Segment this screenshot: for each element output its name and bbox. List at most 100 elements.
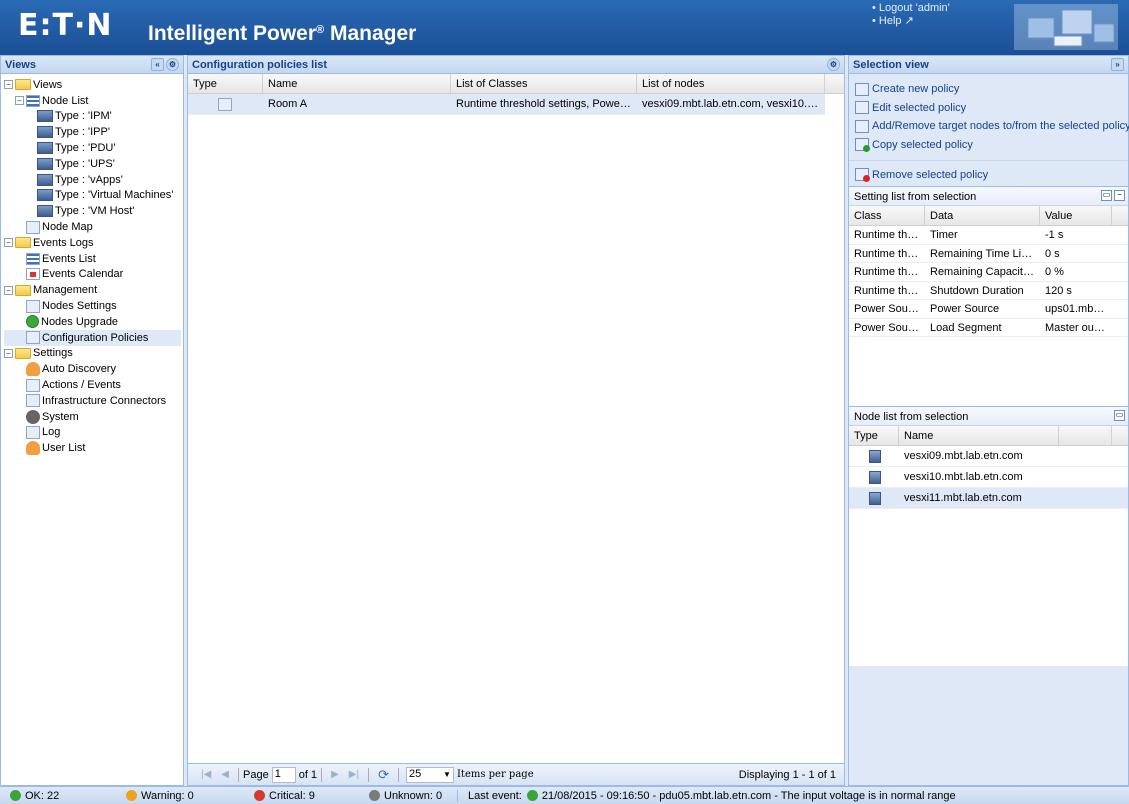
policy-action-link[interactable]: Copy selected policy [849, 136, 1128, 155]
node-row[interactable]: vesxi11.mbt.lab.etn.com [849, 488, 1128, 509]
page-number-input[interactable]: 1 [271, 766, 296, 783]
collapse-toggle-icon[interactable]: − [15, 96, 24, 106]
tree-item[interactable]: Events Calendar [4, 267, 183, 283]
refresh-icon[interactable]: ⟳ [378, 767, 389, 783]
policy-action-link[interactable]: Edit selected policy [849, 99, 1128, 118]
last-event-label: Last event: [468, 789, 522, 802]
setting-class-cell: Power Source [854, 303, 924, 315]
next-page-icon[interactable]: ▶ [331, 769, 339, 780]
collapse-left-icon[interactable]: « [151, 58, 164, 71]
restore-icon[interactable]: ▭ [1114, 410, 1125, 421]
setting-row[interactable]: Power Source Power Source ups01.mbt.l... [849, 300, 1128, 319]
setting-class-cell: Runtime thres... [854, 266, 925, 278]
policy-action-label: Create new policy [872, 83, 960, 96]
setting-row[interactable]: Power Source Load Segment Master output [849, 319, 1128, 337]
minimize-icon[interactable]: − [1114, 190, 1125, 201]
col-data-header[interactable]: Data [925, 206, 1040, 225]
setting-row[interactable]: Runtime thres... Remaining Capacity Limit… [849, 263, 1128, 282]
vm-host-icon [869, 471, 881, 484]
col-type-header[interactable]: Type [188, 74, 263, 93]
policies-panel: Configuration policies list ⚙ Type Name … [187, 55, 845, 786]
policy-classes-cell: Runtime threshold settings, Power Source [456, 98, 637, 110]
node-row[interactable]: vesxi10.mbt.lab.etn.com [849, 467, 1128, 488]
tree-item-label: Type : 'VM Host' [55, 205, 135, 218]
tree-item-label: Events Calendar [42, 268, 124, 281]
tree-item[interactable]: Auto Discovery [4, 361, 183, 377]
settings-gear-icon[interactable]: ⚙ [166, 58, 179, 71]
first-page-icon[interactable]: |◀ [201, 769, 211, 780]
help-link[interactable]: • Help ↗ [872, 15, 950, 28]
tree-item[interactable]: Infrastructure Connectors [4, 393, 183, 409]
policy-row[interactable]: Room A Runtime threshold settings, Power… [188, 94, 825, 115]
tree-item[interactable]: Type : 'IPP' [4, 124, 183, 140]
node-row[interactable]: vesxi09.mbt.lab.etn.com [849, 446, 1128, 467]
setting-row[interactable]: Runtime thres... Shutdown Duration 120 s [849, 282, 1128, 300]
tree-item[interactable]: − Settings [4, 346, 183, 362]
app-header: E:T·N Intelligent Power® Manager • Logou… [0, 0, 1129, 55]
collapse-toggle-icon[interactable]: − [4, 238, 13, 248]
tree-item[interactable]: Actions / Events [4, 377, 183, 393]
tree-item[interactable]: Type : 'UPS' [4, 156, 183, 172]
tree-item-label: Type : 'Virtual Machines' [55, 189, 174, 202]
collapse-toggle-icon[interactable]: − [4, 80, 13, 90]
chevron-down-icon: ▼ [443, 769, 451, 779]
policy-type-cell [188, 94, 263, 114]
col-node-name-header[interactable]: Name [899, 426, 1059, 445]
tree-item[interactable]: − Views [4, 77, 183, 93]
network-illustration-icon [1014, 4, 1118, 50]
tree-item[interactable]: Nodes Settings [4, 298, 183, 314]
panel-settings-icon[interactable]: ⚙ [827, 58, 840, 71]
setting-value-cell: Master output [1045, 321, 1112, 334]
tree-item[interactable]: Type : 'VM Host' [4, 203, 183, 219]
selection-panel-title: Selection view » [849, 56, 1128, 74]
prev-page-icon[interactable]: ◀ [221, 769, 229, 780]
status-unknown[interactable]: Unknown: 0 [359, 790, 457, 802]
tree-item[interactable]: System [4, 409, 183, 425]
setting-row[interactable]: Runtime thres... Timer -1 s [849, 226, 1128, 245]
app-title: Intelligent Power® Manager [148, 22, 416, 46]
policy-action-link[interactable]: Remove selected policy [849, 160, 1128, 184]
policies-panel-title: Configuration policies list ⚙ [188, 56, 844, 74]
items-per-page-select[interactable]: 25 ▼ [405, 766, 454, 783]
monitor-icon [37, 126, 53, 139]
restore-icon[interactable]: ▭ [1101, 190, 1112, 201]
copy-policy-icon [855, 138, 870, 153]
tree-item-label: Views [33, 78, 63, 91]
logout-link[interactable]: • Logout 'admin' [872, 2, 950, 15]
tree-item[interactable]: Events List [4, 251, 183, 267]
status-warning[interactable]: Warning: 0 [116, 790, 244, 802]
tree-item[interactable]: − Events Logs [4, 235, 183, 251]
col-classes-header[interactable]: List of Classes [451, 74, 637, 93]
tree-item[interactable]: Node Map [4, 219, 183, 235]
status-ok[interactable]: OK: 22 [0, 790, 116, 802]
tree-item[interactable]: Nodes Upgrade [4, 314, 183, 330]
col-node-type-header[interactable]: Type [849, 426, 899, 445]
col-value-header[interactable]: Value [1040, 206, 1112, 225]
vm-host-icon [869, 450, 881, 463]
status-critical[interactable]: Critical: 9 [244, 790, 359, 802]
tree-item[interactable]: Configuration Policies [4, 329, 181, 346]
monitor-icon [37, 173, 53, 186]
tree-item[interactable]: Type : 'Virtual Machines' [4, 188, 183, 204]
col-nodes-header[interactable]: List of nodes [637, 74, 825, 93]
policy-action-link[interactable]: Add/Remove target nodes to/from the sele… [849, 117, 1129, 136]
tree-item[interactable]: − Node List [4, 93, 183, 109]
views-title: Views [5, 59, 36, 71]
tree-item[interactable]: − Management [4, 282, 183, 298]
tree-item[interactable]: Log [4, 425, 183, 441]
collapse-toggle-icon[interactable]: − [4, 348, 13, 358]
col-class-header[interactable]: Class [849, 206, 925, 225]
collapse-right-icon[interactable]: » [1111, 58, 1124, 71]
node-name-cell: vesxi09.mbt.lab.etn.com [904, 450, 1023, 462]
tree-item-label: Events List [42, 252, 96, 265]
setting-row[interactable]: Runtime thres... Remaining Time Limit 0 s [849, 245, 1128, 263]
items-per-page-value: 25 [408, 767, 422, 780]
col-name-header[interactable]: Name [263, 74, 451, 93]
policy-action-link[interactable]: Create new policy [849, 80, 1128, 99]
collapse-toggle-icon[interactable]: − [4, 285, 13, 295]
tree-item[interactable]: Type : 'IPM' [4, 109, 183, 125]
tree-item[interactable]: Type : 'PDU' [4, 140, 183, 156]
tree-item[interactable]: Type : 'vApps' [4, 172, 183, 188]
tree-item[interactable]: User List [4, 440, 183, 456]
last-page-icon[interactable]: ▶| [349, 769, 359, 780]
